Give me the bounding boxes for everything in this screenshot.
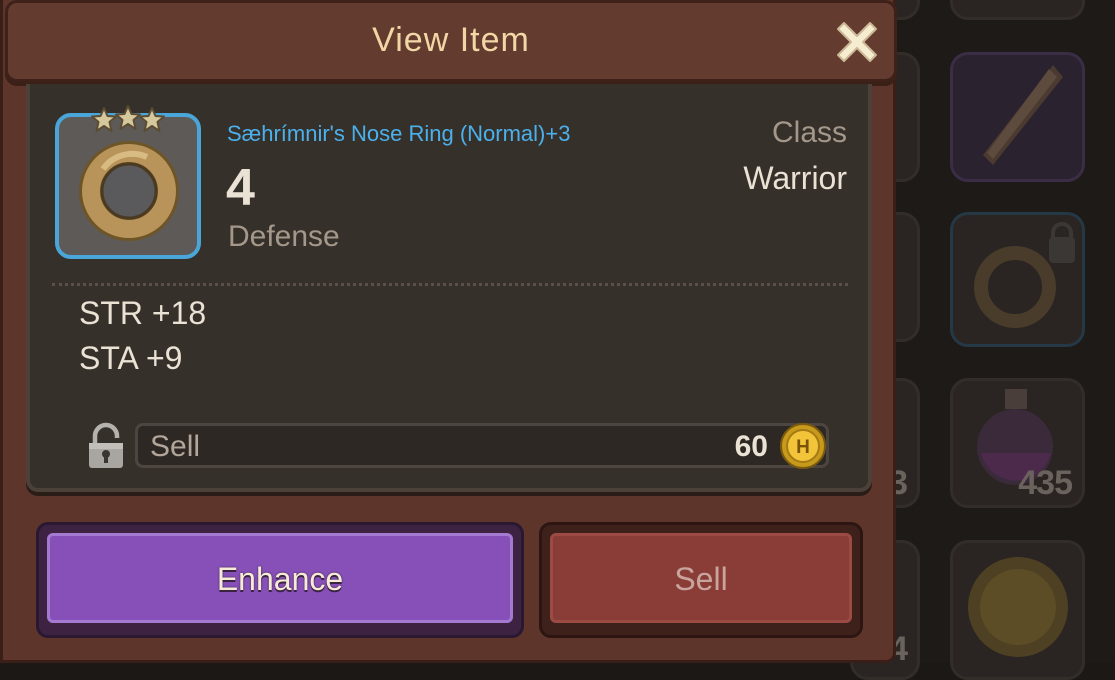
gold-coin-icon: H [780,423,826,469]
sell-label: Sell [150,430,201,463]
sell-price-bar: Sell 60 [135,423,829,468]
class-label: Class [771,116,847,149]
defense-label: Defense [228,220,340,253]
class-value: Warrior [743,160,847,196]
padlock-icon[interactable] [86,422,126,470]
star-rating-icon [91,105,165,132]
item-count: 435 [1018,464,1073,502]
bonus-stat-str: STR +18 [79,295,207,331]
star-coin-icon [968,557,1068,657]
sell-price: 60 [734,430,768,463]
inventory-slot-ring[interactable] [950,212,1085,347]
sword-icon [983,65,1063,165]
inventory-slot-sword[interactable] [950,52,1085,182]
sell-button-label: Sell [674,561,728,597]
close-icon[interactable] [830,15,884,69]
inventory-background: 3 435 4 [850,0,1115,680]
ring-icon [974,222,1075,328]
modal-title: View Item [372,21,530,59]
defense-value: 4 [226,159,255,217]
inventory-slot-coin[interactable] [950,540,1085,680]
bonus-stat-sta: STA +9 [79,340,183,376]
modal-header: View Item [5,0,897,82]
enhance-button-label: Enhance [216,561,344,597]
sell-button[interactable]: Sell [539,522,863,638]
divider [52,283,848,286]
item-name: Sæhrímnir's Nose Ring (Normal)+3 [227,121,571,146]
enhance-button[interactable]: Enhance [36,522,524,638]
inventory-slot-potion[interactable]: 435 [950,378,1085,508]
inventory-slot[interactable] [950,0,1085,20]
coin-letter: H [796,437,810,458]
